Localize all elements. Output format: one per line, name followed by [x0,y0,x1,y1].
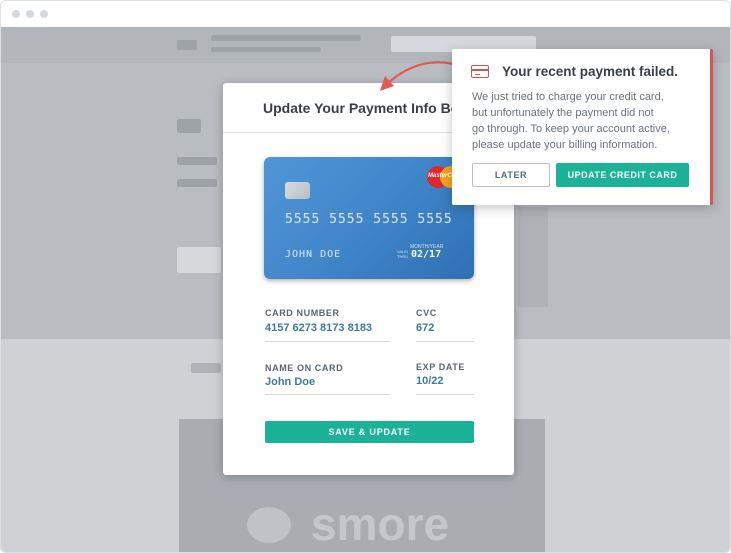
later-button[interactable]: LATER [472,163,550,187]
popover-title: Your recent payment failed. [502,64,679,79]
browser-window: smore Update Your Payment Info Belo Mast… [0,0,731,553]
credit-card-icon [471,65,489,78]
popover-message-line: go through. To keep your account active, [472,123,670,135]
popover-message-line: but unfortunately the payment did not [472,107,654,119]
popover-message-line: We just tried to charge your credit card… [472,91,664,103]
update-credit-card-button[interactable]: UPDATE CREDIT CARD [556,163,689,187]
payment-failed-popover: Your recent payment failed. We just trie… [452,49,713,205]
popover-message-line: please update your billing information. [472,139,658,151]
popover-message: We just tried to charge your credit card… [472,89,702,153]
